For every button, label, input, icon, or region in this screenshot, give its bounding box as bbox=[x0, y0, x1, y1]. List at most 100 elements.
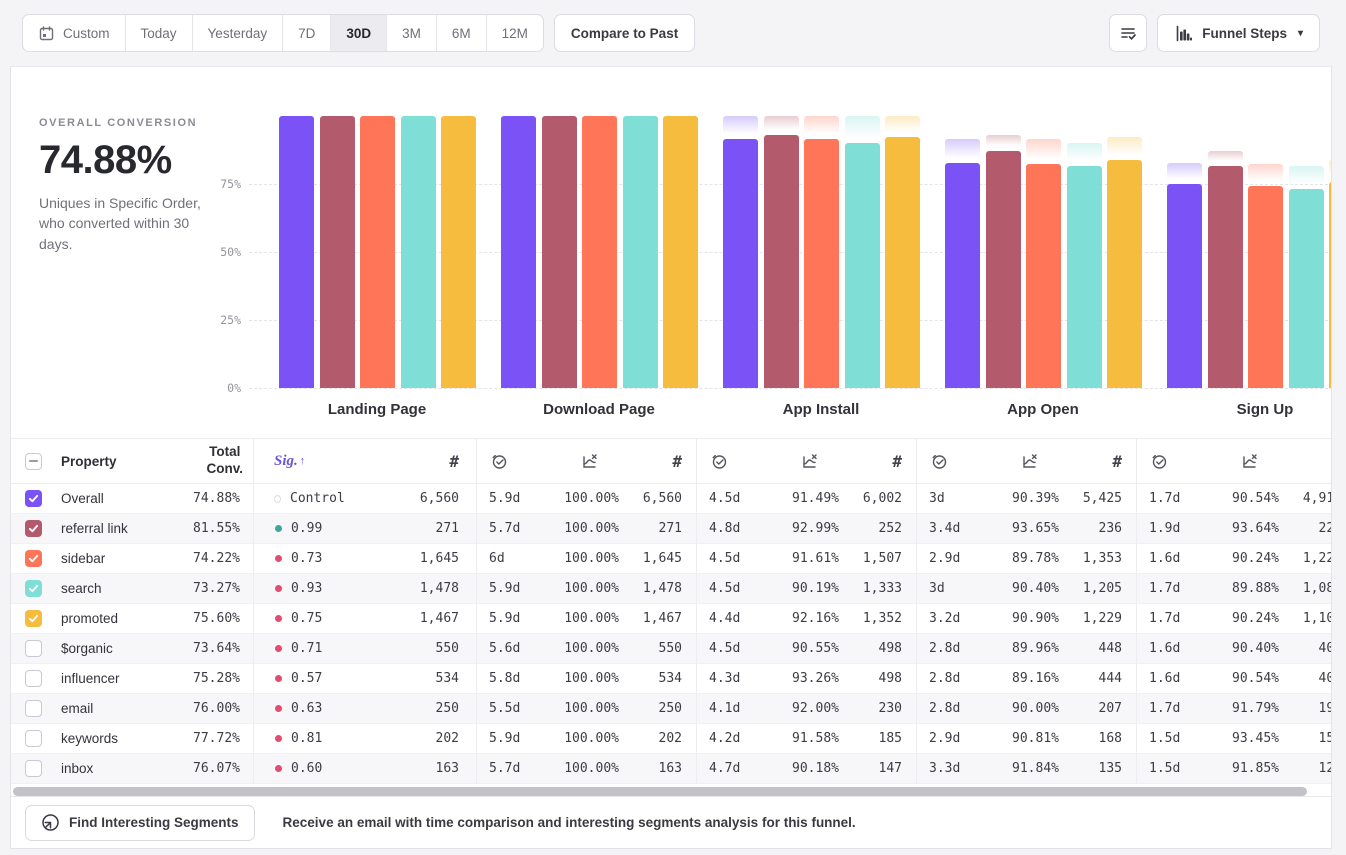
count-column-header[interactable]: # bbox=[449, 452, 459, 471]
avg-time-to-convert: 1.5d bbox=[1149, 761, 1207, 776]
step-cells: 4.4d92.16%1,352 bbox=[696, 604, 916, 633]
stopwatch-icon[interactable] bbox=[1150, 452, 1168, 470]
date-range-3m[interactable]: 3M bbox=[386, 15, 436, 51]
significance-value: 0.99 bbox=[291, 521, 322, 536]
bar-Overall-landing-page[interactable] bbox=[279, 116, 314, 388]
row-checkbox-influencer[interactable] bbox=[25, 670, 42, 687]
conversion-rate: 92.00% bbox=[767, 701, 839, 716]
property-column-header[interactable]: Property bbox=[61, 454, 117, 469]
row-checkbox-overall[interactable] bbox=[25, 490, 42, 507]
chart-type-dropdown[interactable]: Funnel Steps ▾ bbox=[1157, 14, 1320, 52]
date-range-12m[interactable]: 12M bbox=[486, 15, 543, 51]
bar-search-sign-up[interactable] bbox=[1289, 189, 1324, 388]
bar-promoted-sign-up[interactable] bbox=[1329, 182, 1332, 388]
row-checkbox-$organic[interactable] bbox=[25, 640, 42, 657]
conversion-rate: 100.00% bbox=[547, 521, 619, 536]
conversion-rate: 90.00% bbox=[987, 701, 1059, 716]
row-checkbox-keywords[interactable] bbox=[25, 730, 42, 747]
date-range-30d[interactable]: 30D bbox=[330, 15, 386, 51]
bar-sidebar-sign-up[interactable] bbox=[1248, 186, 1283, 388]
y-axis-tick-label: 50% bbox=[201, 245, 241, 259]
row-checkbox-promoted[interactable] bbox=[25, 610, 42, 627]
count-column-header[interactable]: # bbox=[672, 452, 682, 471]
select-all-checkbox[interactable] bbox=[25, 453, 42, 470]
bar-promoted-download-page[interactable] bbox=[663, 116, 698, 388]
step-count: 124 bbox=[1319, 761, 1332, 776]
bar-search-app-install[interactable] bbox=[845, 143, 880, 388]
significance-dot-control bbox=[274, 495, 281, 503]
avg-time-to-convert: 3d bbox=[929, 581, 987, 596]
conversion-rate: 90.24% bbox=[1207, 551, 1279, 566]
bar-sidebar-app-install[interactable] bbox=[804, 139, 839, 388]
row-checkbox-sidebar[interactable] bbox=[25, 550, 42, 567]
date-range-label: 7D bbox=[298, 26, 315, 41]
conversion-rate: 92.99% bbox=[767, 521, 839, 536]
funnel-bar-chart: OVERALL CONVERSION 74.88% Uniques in Spe… bbox=[11, 67, 1332, 438]
date-range-today[interactable]: Today bbox=[125, 15, 192, 51]
header-group-sign-up: # bbox=[1136, 439, 1332, 483]
row-checkbox-email[interactable] bbox=[25, 700, 42, 717]
bar-sidebar-landing-page[interactable] bbox=[360, 116, 395, 388]
step-count: 444 bbox=[1099, 671, 1122, 686]
compare-to-past-button[interactable]: Compare to Past bbox=[554, 14, 695, 52]
avg-time-to-convert: 4.5d bbox=[709, 491, 767, 506]
avg-time-to-convert: 5.7d bbox=[489, 761, 547, 776]
bar-referral-link-sign-up[interactable] bbox=[1208, 166, 1243, 388]
step-cells: 4.8d92.99%252 bbox=[696, 514, 916, 543]
date-range-7d[interactable]: 7D bbox=[282, 15, 330, 51]
bar-Overall-sign-up[interactable] bbox=[1167, 184, 1202, 388]
bar-sidebar-download-page[interactable] bbox=[582, 116, 617, 388]
conversion-rate: 90.39% bbox=[987, 491, 1059, 506]
footer-bar: Find Interesting Segments Receive an ema… bbox=[11, 796, 1332, 848]
bar-promoted-landing-page[interactable] bbox=[441, 116, 476, 388]
stopwatch-icon[interactable] bbox=[930, 452, 948, 470]
bar-Overall-app-open[interactable] bbox=[945, 163, 980, 388]
avg-time-to-convert: 1.6d bbox=[1149, 641, 1207, 656]
row-checkbox-referral-link[interactable] bbox=[25, 520, 42, 537]
bar-referral-link-app-open[interactable] bbox=[986, 151, 1021, 388]
bar-referral-link-app-install[interactable] bbox=[764, 135, 799, 388]
bar-search-landing-page[interactable] bbox=[401, 116, 436, 388]
date-range-6m[interactable]: 6M bbox=[436, 15, 486, 51]
metrics-list-button[interactable] bbox=[1109, 14, 1147, 52]
conversion-chart-icon[interactable] bbox=[800, 452, 819, 471]
avg-time-to-convert: 5.6d bbox=[489, 641, 547, 656]
header-group-app-install: # bbox=[696, 439, 916, 483]
bar-referral-link-download-page[interactable] bbox=[542, 116, 577, 388]
bar-Overall-app-install[interactable] bbox=[723, 139, 758, 388]
bar-Overall-download-page[interactable] bbox=[501, 116, 536, 388]
bar-referral-link-landing-page[interactable] bbox=[320, 116, 355, 388]
step-count: 498 bbox=[879, 671, 902, 686]
find-interesting-segments-button[interactable]: Find Interesting Segments bbox=[25, 805, 255, 841]
conversion-chart-icon[interactable] bbox=[1240, 452, 1259, 471]
bar-search-app-open[interactable] bbox=[1067, 166, 1102, 388]
significance-value: 0.81 bbox=[291, 731, 322, 746]
date-range-yesterday[interactable]: Yesterday bbox=[192, 15, 283, 51]
count-column-header[interactable]: # bbox=[1112, 452, 1122, 471]
dropoff-ghost-sidebar bbox=[1248, 164, 1283, 181]
step-cells: 1.6d90.54%402 bbox=[1136, 664, 1332, 693]
list-check-icon bbox=[1119, 24, 1137, 42]
count-column-header[interactable]: # bbox=[892, 452, 902, 471]
total-conv-column-header[interactable]: Total Conv. bbox=[207, 444, 244, 478]
stopwatch-icon[interactable] bbox=[710, 452, 728, 470]
conversion-chart-icon[interactable] bbox=[580, 452, 599, 471]
chart-type-label: Funnel Steps bbox=[1202, 26, 1287, 41]
avg-time-to-convert: 5.9d bbox=[489, 491, 547, 506]
overall-conversion-description: Uniques in Specific Order, who converted… bbox=[39, 193, 214, 254]
step-count: 221 bbox=[1319, 521, 1332, 536]
conversion-rate: 93.64% bbox=[1207, 521, 1279, 536]
row-checkbox-search[interactable] bbox=[25, 580, 42, 597]
bar-search-download-page[interactable] bbox=[623, 116, 658, 388]
bar-promoted-app-install[interactable] bbox=[885, 137, 920, 388]
stopwatch-icon[interactable] bbox=[490, 452, 508, 470]
scrollbar-thumb[interactable] bbox=[13, 787, 1307, 796]
bar-sidebar-app-open[interactable] bbox=[1026, 164, 1061, 388]
significance-column-header[interactable]: Sig. bbox=[274, 453, 298, 470]
step-count: 163 bbox=[436, 761, 459, 776]
row-checkbox-inbox[interactable] bbox=[25, 760, 42, 777]
bar-promoted-app-open[interactable] bbox=[1107, 160, 1142, 388]
date-range-segmented-control: CustomTodayYesterday 7D 30D3M6M12M bbox=[22, 14, 544, 52]
conversion-chart-icon[interactable] bbox=[1020, 452, 1039, 471]
date-range-custom[interactable]: Custom bbox=[23, 15, 125, 51]
